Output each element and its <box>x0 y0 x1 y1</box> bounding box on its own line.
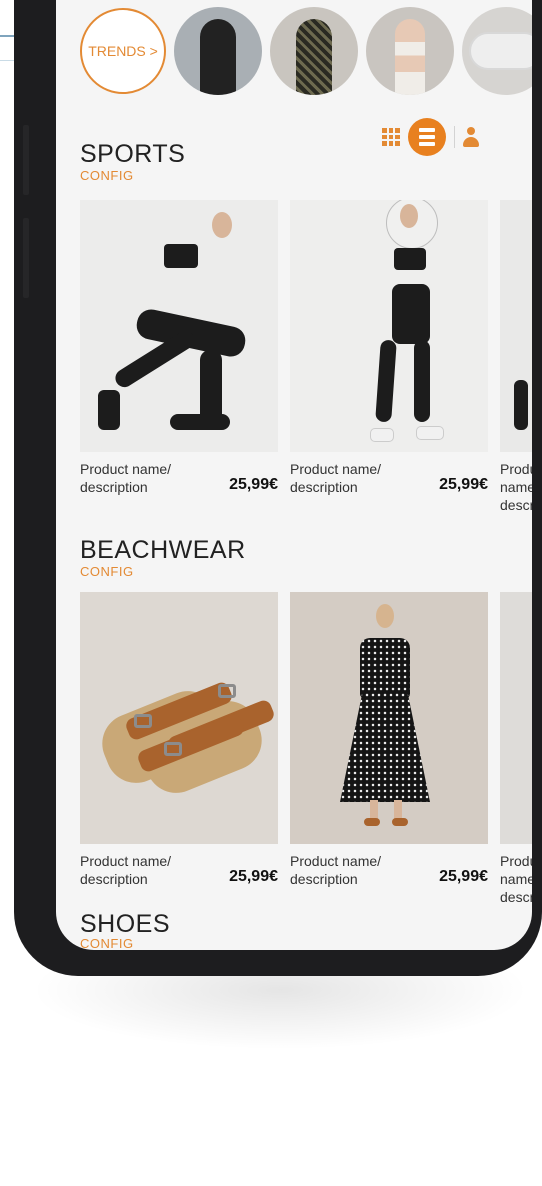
phone-frame: TRENDS > SPORTS CONFIG Product name/ des… <box>14 0 542 976</box>
story-shirt[interactable] <box>270 7 358 95</box>
grid-view-icon[interactable] <box>382 128 400 146</box>
phone-side-button <box>23 125 29 195</box>
product-image <box>290 200 488 452</box>
story-bikini[interactable] <box>366 7 454 95</box>
story-slippers[interactable] <box>462 7 532 95</box>
product-card[interactable]: Product name/ description 25,99€ <box>80 592 278 887</box>
story-image <box>395 19 425 95</box>
product-name: Product name/ description <box>290 853 382 887</box>
story-image <box>200 19 236 95</box>
section-title-sports: SPORTS <box>80 140 186 168</box>
product-price: 25,99€ <box>439 476 488 493</box>
product-name: Product name/ description <box>500 461 532 513</box>
product-image <box>80 592 278 844</box>
product-card[interactable]: Product name/ description 25,99€ <box>80 200 278 495</box>
product-name: Product name/ description <box>290 461 382 495</box>
product-card[interactable]: Product name/ description <box>500 592 532 905</box>
view-toggles <box>382 118 479 156</box>
product-price: 25,99€ <box>229 868 278 885</box>
app-screen: TRENDS > SPORTS CONFIG Product name/ des… <box>56 0 532 950</box>
product-image <box>500 200 532 452</box>
section-subtitle: CONFIG <box>80 936 134 950</box>
product-image <box>500 592 532 844</box>
profile-icon[interactable] <box>463 127 479 147</box>
product-price: 25,99€ <box>439 868 488 885</box>
story-image <box>296 19 332 95</box>
product-image <box>80 200 278 452</box>
phone-side-button <box>23 218 29 298</box>
product-card[interactable]: Product name/ description 25,99€ <box>290 200 488 495</box>
divider <box>454 126 455 148</box>
product-name: Product name/ description <box>80 853 172 887</box>
product-card[interactable]: Product name/ description <box>500 200 532 513</box>
trends-button[interactable]: TRENDS > <box>80 8 166 94</box>
section-title-shoes: SHOES <box>80 910 171 938</box>
product-name: Product name/ description <box>80 461 172 495</box>
section-subtitle: CONFIG <box>80 564 134 579</box>
product-name: Product name/ description <box>500 853 532 905</box>
product-price: 25,99€ <box>229 476 278 493</box>
list-view-icon[interactable] <box>408 118 446 156</box>
trends-label: TRENDS > <box>88 43 158 59</box>
product-image <box>290 592 488 844</box>
stories-row: TRENDS > <box>80 6 532 96</box>
section-subtitle: CONFIG <box>80 168 134 183</box>
product-card[interactable]: Product name/ description 25,99€ <box>290 592 488 887</box>
story-sportswear[interactable] <box>174 7 262 95</box>
section-title-beachwear: BEACHWEAR <box>80 536 246 564</box>
story-image <box>469 32 532 70</box>
